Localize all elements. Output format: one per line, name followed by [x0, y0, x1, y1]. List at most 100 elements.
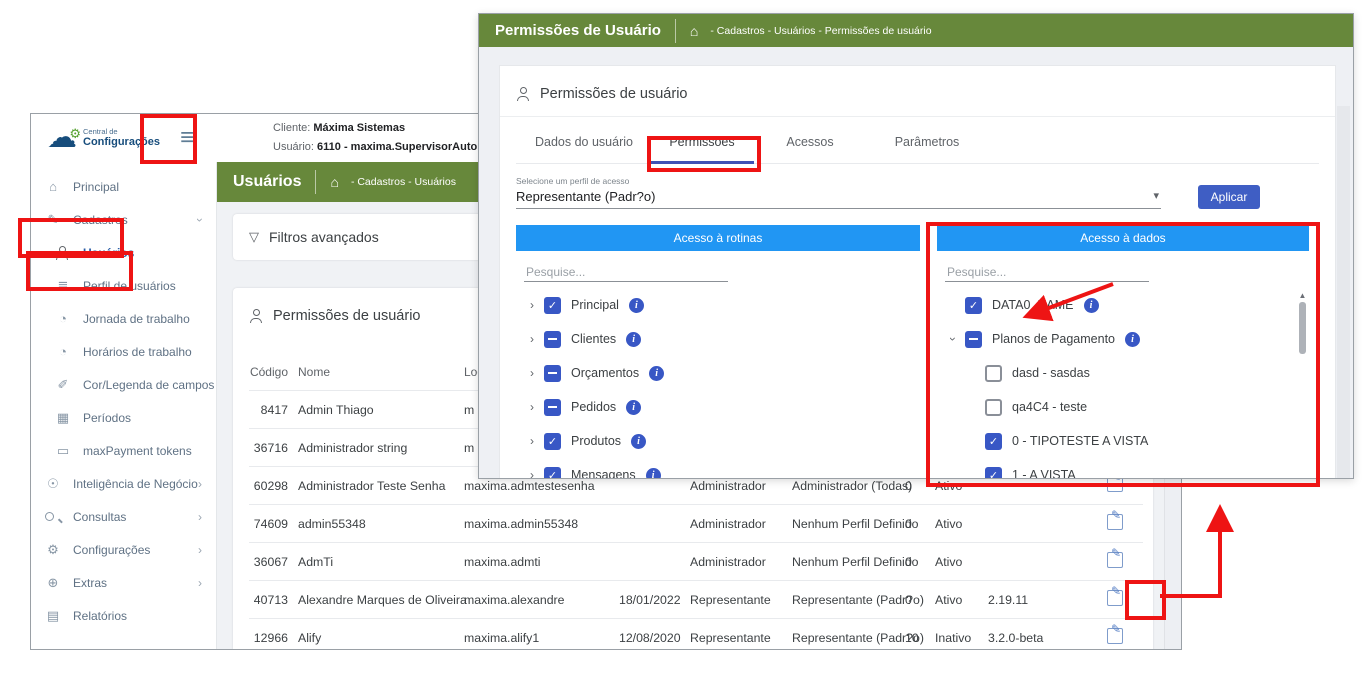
tree-chevron-icon[interactable]: ›: [526, 434, 538, 448]
tree-chevron-icon[interactable]: ›: [946, 333, 960, 345]
info-icon[interactable]: i: [1125, 332, 1140, 347]
edit-row-button[interactable]: [1107, 514, 1123, 530]
sidebar-item-principal[interactable]: ⌂Principal: [31, 170, 216, 203]
session-info: Cliente: Máxima Sistemas Usuário: 6110 -…: [273, 119, 490, 157]
checkbox-unchecked[interactable]: [985, 399, 1002, 416]
client-value: Máxima Sistemas: [313, 122, 405, 134]
sidebar-item-extras[interactable]: ⊕Extras›: [31, 566, 216, 599]
sidebar-item-usuarios[interactable]: Usuários: [31, 236, 216, 269]
overlay-scrollbar[interactable]: [1337, 106, 1350, 478]
tab-permissoes[interactable]: Permissões: [650, 121, 754, 163]
cell-nome: admin55348: [298, 517, 464, 531]
scroll-up-icon[interactable]: ▲: [1297, 291, 1308, 300]
permissions-header-bar: Permissões de Usuário ⌂ - Cadastros - Us…: [479, 14, 1353, 47]
info-icon[interactable]: i: [631, 434, 646, 449]
sidebar-item-cor-legenda-de-campos[interactable]: ✐Cor/Legenda de campos: [31, 368, 216, 401]
info-icon[interactable]: i: [646, 468, 661, 480]
info-icon[interactable]: i: [1084, 298, 1099, 313]
menu-toggle-button[interactable]: ≡: [174, 127, 200, 149]
permissions-card: Permissões de usuário Dados do usuárioPe…: [499, 65, 1336, 479]
cell-status: Ativo: [935, 593, 988, 607]
tree-chevron-icon[interactable]: ›: [526, 400, 538, 414]
routines-tree: ›Principali›Clientesi›Orçamentosi›Pedido…: [520, 288, 920, 479]
cell-data: 18/01/2022: [619, 593, 690, 607]
chevron-down-icon: ▾: [1153, 189, 1159, 204]
bulb-icon: ☉: [45, 476, 61, 492]
user-label: Usuário:: [273, 141, 314, 153]
form-icon: ✎: [45, 212, 61, 228]
tab-acessos[interactable]: Acessos: [754, 121, 866, 163]
cell-perfil: Administrador (Todas): [792, 479, 905, 493]
tree-item-label: Pedidos: [571, 400, 616, 414]
cloud-icon: ☁⚙: [47, 123, 77, 153]
checkbox-checked[interactable]: [985, 433, 1002, 450]
cell-num: 10: [905, 631, 935, 645]
tree-item: qa4C4 - teste: [941, 390, 1309, 424]
data-search-input[interactable]: [945, 263, 1149, 282]
checkbox-checked[interactable]: [965, 297, 982, 314]
edit-row-button[interactable]: [1107, 590, 1123, 606]
sidebar-item-consultas[interactable]: Consultas›: [31, 500, 216, 533]
info-icon[interactable]: i: [629, 298, 644, 313]
sidebar-item-relatorios[interactable]: ▤Relatórios: [31, 599, 216, 632]
tab-parametros[interactable]: Parâmetros: [866, 121, 988, 163]
cell-tipo: Representante: [690, 593, 792, 607]
cell-perfil: Nenhum Perfil Definido: [792, 517, 905, 531]
person-icon: [249, 309, 263, 323]
tree-chevron-icon[interactable]: ›: [526, 468, 538, 479]
sidebar-item-perfil-de-usuarios[interactable]: ≣Perfil de usuários: [31, 269, 216, 302]
sidebar-item-label: Extras: [73, 576, 107, 590]
cell-codigo: 74609: [249, 517, 298, 531]
tree-chevron-icon[interactable]: ›: [526, 332, 538, 346]
cell-tipo: Administrador: [690, 555, 792, 569]
edit-row-button[interactable]: [1107, 628, 1123, 644]
pencil-icon: ✐: [55, 377, 71, 393]
sidebar-item-periodos[interactable]: ▦Períodos: [31, 401, 216, 434]
checkbox-checked[interactable]: [544, 467, 561, 480]
scrollbar-thumb[interactable]: [1299, 302, 1306, 354]
checkbox-indeterminate[interactable]: [544, 331, 561, 348]
cell-codigo: 12966: [249, 631, 298, 645]
sidebar-item-label: Configurações: [73, 543, 150, 557]
sidebar-item-horarios-de-trabalho[interactable]: ◔Horários de trabalho: [31, 335, 216, 368]
chevron-right-icon: ›: [198, 576, 202, 590]
cell-status: Ativo: [935, 517, 988, 531]
data-panel-title: Acesso à dados: [937, 225, 1309, 251]
routines-search-input[interactable]: [524, 263, 728, 282]
checkbox-unchecked[interactable]: [985, 365, 1002, 382]
checkbox-indeterminate[interactable]: [544, 365, 561, 382]
sidebar-item-inteligencia-de-negocio[interactable]: ☉Inteligência de Negócio›: [31, 467, 216, 500]
profile-select[interactable]: Selecione um perfil de acesso Representa…: [516, 176, 1161, 209]
edit-row-button[interactable]: [1107, 552, 1123, 568]
tree-item: dasd - sasdas: [941, 356, 1309, 390]
info-icon[interactable]: i: [649, 366, 664, 381]
checkbox-indeterminate[interactable]: [965, 331, 982, 348]
sidebar-item-cadastros[interactable]: ✎Cadastros›: [31, 203, 216, 236]
sidebar-item-maxpayment-tokens[interactable]: ▭maxPayment tokens: [31, 434, 216, 467]
checkbox-checked[interactable]: [985, 467, 1002, 480]
tree-chevron-icon[interactable]: ›: [526, 298, 538, 312]
info-icon[interactable]: i: [626, 332, 641, 347]
checkbox-checked[interactable]: [544, 297, 561, 314]
cell-login: maxima.admti: [464, 555, 619, 569]
tree-item-label: Orçamentos: [571, 366, 639, 380]
checkbox-checked[interactable]: [544, 433, 561, 450]
profile-select-value: Representante (Padr?o): [516, 189, 655, 204]
tree-item: 0 - TIPOTESTE A VISTA: [941, 424, 1309, 458]
sidebar-item-jornada-de-trabalho[interactable]: ◔Jornada de trabalho: [31, 302, 216, 335]
checkbox-indeterminate[interactable]: [544, 399, 561, 416]
column-header: Código: [249, 365, 298, 379]
cell-num: 0: [905, 593, 935, 607]
tree-item: ›Produtosi: [520, 424, 920, 458]
cell-nome: Alexandre Marques de Oliveira: [298, 593, 464, 607]
tab-dados-do-usuario[interactable]: Dados do usuário: [518, 121, 650, 163]
info-icon[interactable]: i: [626, 400, 641, 415]
sidebar-item-label: Horários de trabalho: [83, 345, 192, 359]
tree-chevron-icon[interactable]: ›: [526, 366, 538, 380]
sidebar-item-configuracoes[interactable]: ⚙Configurações›: [31, 533, 216, 566]
apply-button[interactable]: Aplicar: [1198, 185, 1260, 209]
breadcrumb: - Cadastros - Usuários: [351, 176, 456, 188]
panel-scrollbar[interactable]: ▲: [1297, 291, 1308, 471]
tab-bar: Dados do usuárioPermissõesAcessosParâmet…: [516, 121, 1319, 164]
cell-nome: Administrador string: [298, 441, 464, 455]
